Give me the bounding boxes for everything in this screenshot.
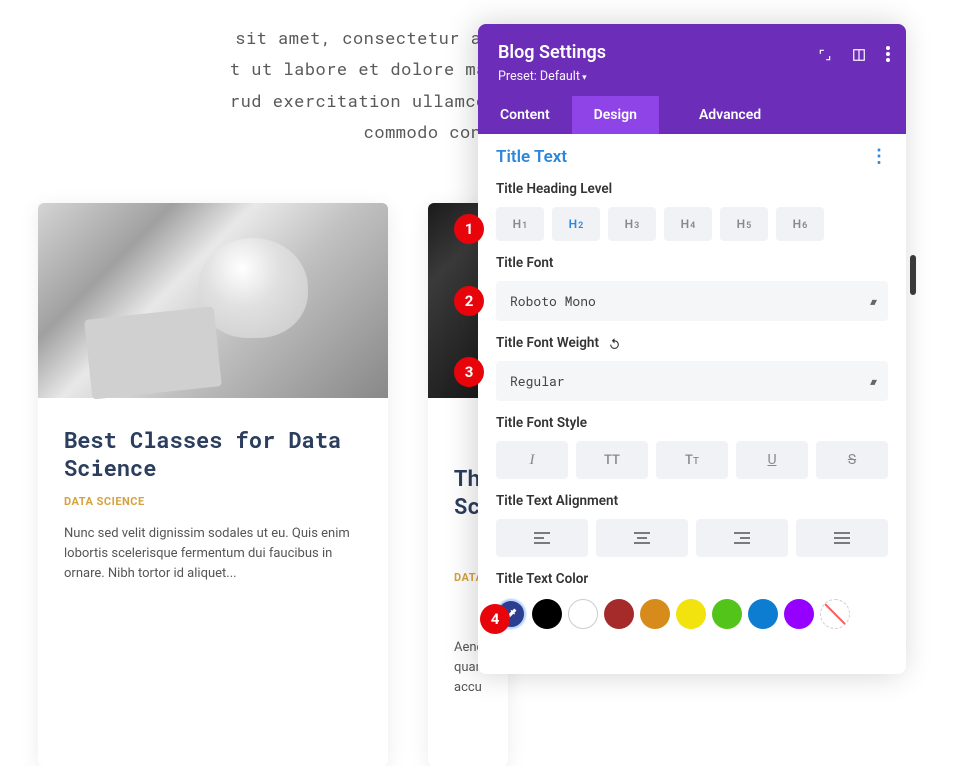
style-strikethrough[interactable]: S: [816, 441, 888, 479]
heading-level-group: H1 H2 H3 H4 H5 H6: [496, 207, 888, 241]
step-marker-2: 2: [454, 286, 484, 316]
swatch-white[interactable]: [568, 599, 598, 629]
align-left[interactable]: [496, 519, 588, 557]
heading-h6[interactable]: H6: [776, 207, 824, 241]
swatch-orange[interactable]: [640, 599, 670, 629]
swatch-darkred[interactable]: [604, 599, 634, 629]
label-text-color: Title Text Color: [496, 571, 888, 587]
step-marker-4: 4: [480, 604, 510, 634]
title-weight-select[interactable]: Regular ▴▾: [496, 361, 888, 401]
blog-card[interactable]: Best Classes for Data Science DATA SCIEN…: [38, 203, 388, 766]
align-center[interactable]: [596, 519, 688, 557]
tab-advanced[interactable]: Advanced: [677, 96, 783, 134]
section-more-icon[interactable]: ⋮: [870, 146, 888, 167]
color-swatches: [496, 599, 888, 629]
tab-content[interactable]: Content: [478, 96, 572, 134]
label-font-style: Title Font Style: [496, 415, 888, 431]
title-font-select[interactable]: Roboto Mono ▴▾: [496, 281, 888, 321]
reset-icon[interactable]: [607, 336, 621, 350]
label-heading-level: Title Heading Level: [496, 181, 888, 197]
panel-header: Blog Settings Preset: Default: [478, 24, 906, 96]
tab-design[interactable]: Design: [572, 96, 659, 134]
step-marker-3: 3: [454, 357, 484, 387]
style-smallcaps[interactable]: Tᴛ: [656, 441, 728, 479]
swatch-blue[interactable]: [748, 599, 778, 629]
select-value: Regular: [510, 372, 565, 390]
select-value: Roboto Mono: [510, 292, 596, 310]
heading-h2[interactable]: H2: [552, 207, 600, 241]
card-category[interactable]: DATA SCIENCE: [64, 495, 362, 508]
swatch-none[interactable]: [820, 599, 850, 629]
swatch-purple[interactable]: [784, 599, 814, 629]
expand-icon[interactable]: [818, 47, 832, 66]
align-right[interactable]: [696, 519, 788, 557]
heading-h4[interactable]: H4: [664, 207, 712, 241]
more-icon[interactable]: [886, 46, 890, 66]
label-title-font: Title Font: [496, 255, 888, 271]
label-font-weight: Title Font Weight: [496, 335, 888, 351]
heading-h3[interactable]: H3: [608, 207, 656, 241]
heading-h5[interactable]: H5: [720, 207, 768, 241]
card-image: [38, 203, 388, 398]
heading-h1[interactable]: H1: [496, 207, 544, 241]
swatch-black[interactable]: [532, 599, 562, 629]
swatch-yellow[interactable]: [676, 599, 706, 629]
card-excerpt: Nunc sed velit dignissim sodales ut eu. …: [64, 524, 362, 584]
blog-settings-panel: Blog Settings Preset: Default Content De…: [478, 24, 906, 674]
preset-selector[interactable]: Preset: Default: [498, 69, 886, 84]
swatch-green[interactable]: [712, 599, 742, 629]
card-title[interactable]: Best Classes for Data Science: [64, 426, 362, 481]
chevron-updown-icon: ▴▾: [870, 295, 874, 308]
style-underline[interactable]: U: [736, 441, 808, 479]
label-alignment: Title Text Alignment: [496, 493, 888, 509]
section-title-text[interactable]: Title Text: [496, 147, 567, 167]
step-marker-1: 1: [454, 214, 484, 244]
scrollbar-thumb[interactable]: [910, 255, 916, 295]
style-italic[interactable]: I: [496, 441, 568, 479]
panel-tabs: Content Design Advanced: [478, 96, 906, 134]
style-uppercase[interactable]: TT: [576, 441, 648, 479]
chevron-updown-icon: ▴▾: [870, 375, 874, 388]
blog-cards-row: Best Classes for Data Science DATA SCIEN…: [38, 203, 508, 766]
align-justify[interactable]: [796, 519, 888, 557]
columns-icon[interactable]: [852, 47, 866, 66]
